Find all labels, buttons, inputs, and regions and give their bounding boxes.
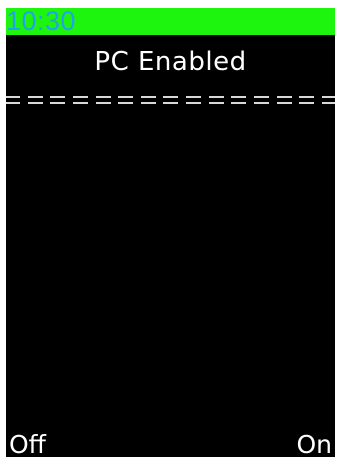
divider-dash (186, 96, 202, 104)
divider-dash (321, 96, 335, 104)
divider-dash (163, 96, 179, 104)
divider-dash (6, 96, 20, 104)
divider-dash (231, 96, 247, 104)
divider-dash (254, 96, 270, 104)
divider-dash (118, 96, 134, 104)
divider-dash (27, 96, 43, 104)
off-softkey[interactable]: Off (9, 431, 46, 457)
clock-time: 10:30 (6, 8, 77, 36)
divider-dash (50, 96, 66, 104)
divider-dash (140, 96, 156, 104)
divider-dash (299, 96, 315, 104)
divider-dash (276, 96, 292, 104)
divider-dash (72, 96, 88, 104)
page-title: PC Enabled (94, 47, 247, 77)
divider-dash (95, 96, 111, 104)
title-divider (6, 93, 335, 107)
divider-dash (208, 96, 224, 104)
on-softkey[interactable]: On (296, 431, 332, 457)
device-screen: 10:30 PC Enabled Off On (6, 8, 335, 457)
status-bar: 10:30 (6, 8, 335, 36)
